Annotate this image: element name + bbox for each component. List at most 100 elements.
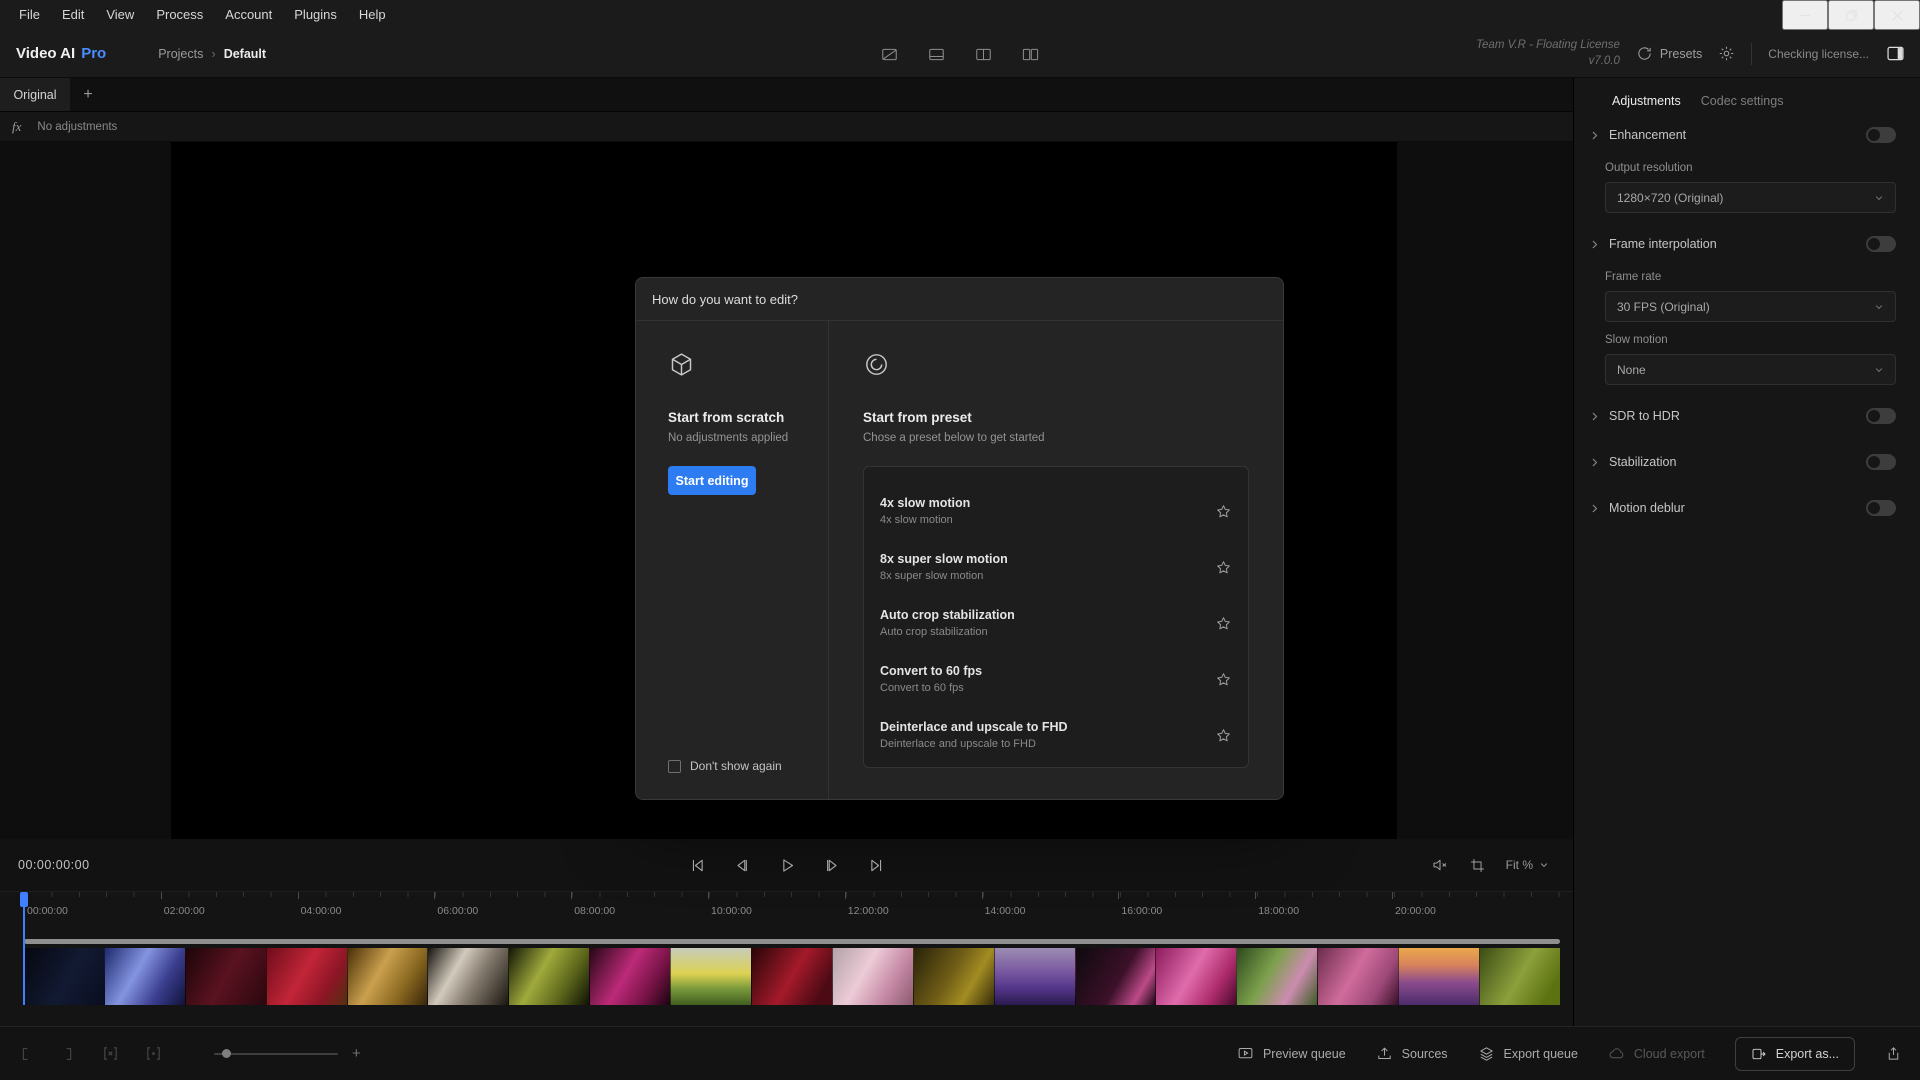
filmstrip-thumb[interactable] xyxy=(670,948,751,1005)
skip-to-end-button[interactable] xyxy=(867,856,886,875)
single-view-button[interactable] xyxy=(927,45,946,64)
menu-item-process[interactable]: Process xyxy=(145,0,214,30)
filmstrip-thumb[interactable] xyxy=(347,948,428,1005)
breadcrumb-projects[interactable]: Projects xyxy=(158,47,203,61)
start-from-scratch-panel: Start from scratch No adjustments applie… xyxy=(636,321,829,799)
share-button[interactable] xyxy=(1885,1045,1902,1062)
crop-button[interactable] xyxy=(1469,857,1486,874)
clear-selection-button[interactable] xyxy=(102,1045,119,1062)
preset-item[interactable]: Deinterlace and upscale to FHDDeinterlac… xyxy=(864,707,1248,763)
favorite-star-icon[interactable] xyxy=(1215,615,1232,632)
play-button[interactable] xyxy=(777,856,796,875)
cloud-export-button[interactable]: Cloud export xyxy=(1608,1045,1705,1062)
side-by-side-view-button[interactable] xyxy=(1021,45,1040,64)
next-frame-icon xyxy=(822,856,841,875)
favorite-star-icon[interactable] xyxy=(1215,727,1232,744)
section-stabilization[interactable]: Stabilization xyxy=(1589,443,1896,481)
export-as-button[interactable]: Export as... xyxy=(1735,1037,1855,1071)
preset-item[interactable]: 4x slow motion4x slow motion xyxy=(864,483,1248,539)
zoom-in-button[interactable]: + xyxy=(352,1045,361,1062)
presets-button[interactable]: Presets xyxy=(1636,45,1702,62)
section-sdr-to-hdr[interactable]: SDR to HDR xyxy=(1589,397,1896,435)
settings-button[interactable] xyxy=(1718,45,1735,62)
output-resolution-select[interactable]: 1280×720 (Original) xyxy=(1605,182,1896,213)
preset-item[interactable]: Auto crop stabilizationAuto crop stabili… xyxy=(864,595,1248,651)
timeline-scrollbar[interactable] xyxy=(24,939,1560,944)
dont-show-again-checkbox[interactable] xyxy=(668,760,681,773)
favorite-star-icon[interactable] xyxy=(1215,671,1232,688)
menu-item-file[interactable]: File xyxy=(8,0,51,30)
frame-interpolation-toggle[interactable] xyxy=(1866,236,1896,252)
previous-frame-button[interactable] xyxy=(732,856,751,875)
slow-motion-select[interactable]: None xyxy=(1605,354,1896,385)
filmstrip-thumb[interactable] xyxy=(1236,948,1317,1005)
preview-queue-button[interactable]: Preview queue xyxy=(1237,1045,1346,1062)
timeline-zoom-slider[interactable] xyxy=(214,1053,338,1055)
start-editing-button[interactable]: Start editing xyxy=(668,466,756,495)
menu-item-view[interactable]: View xyxy=(95,0,145,30)
filmstrip-thumb[interactable] xyxy=(751,948,832,1005)
skip-to-start-button[interactable] xyxy=(687,856,706,875)
menu-items: FileEditViewProcessAccountPluginsHelp xyxy=(0,0,397,30)
chevron-right-icon xyxy=(1589,411,1600,422)
filmstrip-thumb[interactable] xyxy=(24,948,104,1005)
menu-item-help[interactable]: Help xyxy=(348,0,397,30)
playhead-handle[interactable] xyxy=(20,892,28,907)
compare-view-button[interactable] xyxy=(880,45,899,64)
maximize-button[interactable] xyxy=(1828,0,1874,30)
filmstrip-thumb[interactable] xyxy=(994,948,1075,1005)
export-queue-button[interactable]: Export queue xyxy=(1478,1045,1578,1062)
set-in-point-button[interactable] xyxy=(18,1046,34,1062)
breadcrumb: Projects › Default xyxy=(158,46,266,61)
filmstrip-thumb[interactable] xyxy=(1479,948,1560,1005)
minimize-button[interactable] xyxy=(1782,0,1828,30)
filmstrip-thumb[interactable] xyxy=(589,948,670,1005)
timeline-tick: 10:00:00 xyxy=(708,892,752,917)
select-region-button[interactable] xyxy=(145,1045,162,1062)
enhancement-toggle[interactable] xyxy=(1866,127,1896,143)
frame-rate-select[interactable]: 30 FPS (Original) xyxy=(1605,291,1896,322)
menu-item-account[interactable]: Account xyxy=(214,0,283,30)
filmstrip-thumb[interactable] xyxy=(508,948,589,1005)
zoom-slider-handle[interactable] xyxy=(222,1049,231,1058)
filmstrip-thumb[interactable] xyxy=(1317,948,1398,1005)
filmstrip-thumb[interactable] xyxy=(1398,948,1479,1005)
dont-show-again-row: Don't show again xyxy=(668,759,782,773)
timeline-ruler[interactable]: 00:00:0002:00:0004:00:0006:00:0008:00:00… xyxy=(0,892,1573,938)
favorite-star-icon[interactable] xyxy=(1215,559,1232,576)
menu-item-edit[interactable]: Edit xyxy=(51,0,95,30)
set-out-point-button[interactable] xyxy=(60,1046,76,1062)
zoom-level-dropdown[interactable]: Fit % xyxy=(1506,858,1549,872)
favorite-star-icon[interactable] xyxy=(1215,503,1232,520)
close-button[interactable] xyxy=(1874,0,1920,30)
mute-button[interactable] xyxy=(1431,856,1449,874)
filmstrip-thumb[interactable] xyxy=(1155,948,1236,1005)
filmstrip-thumb[interactable] xyxy=(427,948,508,1005)
next-frame-button[interactable] xyxy=(822,856,841,875)
filmstrip-thumb[interactable] xyxy=(104,948,185,1005)
filmstrip-thumb[interactable] xyxy=(185,948,266,1005)
section-enhancement[interactable]: Enhancement xyxy=(1589,116,1896,154)
toggle-right-panel-button[interactable] xyxy=(1885,43,1906,64)
stabilization-toggle[interactable] xyxy=(1866,454,1896,470)
preset-item[interactable]: 8x super slow motion8x super slow motion xyxy=(864,539,1248,595)
filmstrip-thumb[interactable] xyxy=(913,948,994,1005)
sdr-to-hdr-toggle[interactable] xyxy=(1866,408,1896,424)
tab-original[interactable]: Original xyxy=(0,78,70,111)
menu-item-plugins[interactable]: Plugins xyxy=(283,0,348,30)
split-view-button[interactable] xyxy=(974,45,993,64)
section-motion-deblur[interactable]: Motion deblur xyxy=(1589,489,1896,527)
sources-button[interactable]: Sources xyxy=(1376,1045,1448,1062)
motion-deblur-toggle[interactable] xyxy=(1866,500,1896,516)
add-tab-button[interactable]: + xyxy=(70,78,106,111)
preset-item[interactable]: Convert to 60 fpsConvert to 60 fps xyxy=(864,651,1248,707)
tab-codec-settings[interactable]: Codec settings xyxy=(1701,94,1784,108)
clip-tab-bar: Original + xyxy=(0,78,1573,112)
filmstrip-thumb[interactable] xyxy=(266,948,347,1005)
filmstrip-thumb[interactable] xyxy=(832,948,913,1005)
tab-adjustments[interactable]: Adjustments xyxy=(1612,94,1681,108)
section-frame-interpolation[interactable]: Frame interpolation xyxy=(1589,225,1896,263)
filmstrip-thumb[interactable] xyxy=(1075,948,1156,1005)
playhead[interactable] xyxy=(23,892,25,1005)
upload-tray-icon xyxy=(1376,1045,1393,1062)
